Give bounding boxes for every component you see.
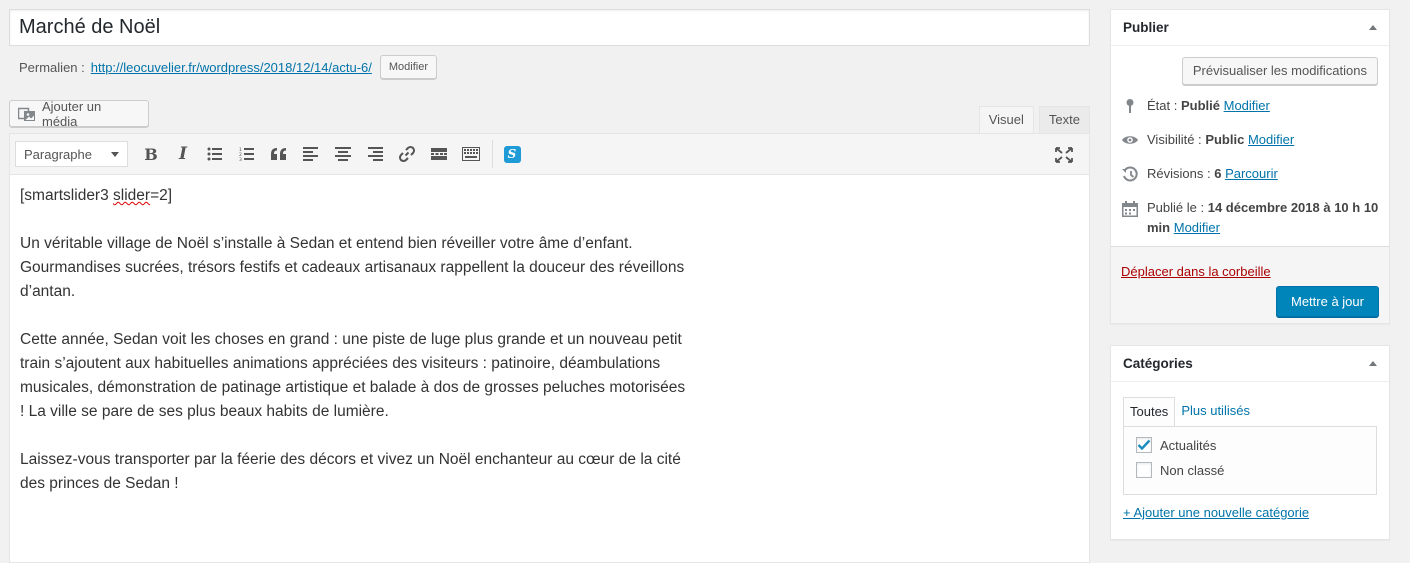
visibility-row: Visibilité : Public Modifier bbox=[1121, 130, 1294, 150]
publish-box-header[interactable]: Publier bbox=[1111, 10, 1389, 46]
collapse-arrow-icon[interactable] bbox=[1369, 25, 1377, 30]
category-item[interactable]: Non classé bbox=[1136, 462, 1224, 478]
status-value: Publié bbox=[1180, 98, 1220, 113]
link-icon bbox=[398, 145, 416, 163]
add-category-link[interactable]: + Ajouter une nouvelle catégorie bbox=[1123, 505, 1309, 520]
numbered-list-icon: 1 2 3 bbox=[239, 147, 254, 161]
tab-most-used[interactable]: Plus utilisés bbox=[1175, 397, 1256, 427]
quote-icon bbox=[271, 148, 286, 160]
editor-toolbar: Paragraphe B I 1 2 3 S bbox=[10, 134, 1089, 175]
publish-box: Publier Prévisualiser les modifications … bbox=[1110, 9, 1390, 324]
toolbar-separator bbox=[492, 140, 493, 168]
content-paragraph: Laissez-vous transporter par la féerie d… bbox=[20, 451, 681, 492]
bullet-list-icon bbox=[207, 147, 222, 161]
shortcode-suffix: =2] bbox=[150, 187, 173, 204]
add-media-label: Ajouter un média bbox=[42, 98, 102, 129]
smartslider-button[interactable]: S bbox=[497, 139, 527, 169]
align-left-icon bbox=[303, 147, 318, 161]
add-media-button[interactable]: Ajouter un média bbox=[9, 98, 149, 129]
tab-visual[interactable]: Visuel bbox=[978, 106, 1034, 134]
align-center-button[interactable] bbox=[328, 139, 358, 169]
align-right-icon bbox=[368, 147, 383, 161]
preview-changes-button[interactable]: Prévisualiser les modifications bbox=[1181, 57, 1378, 85]
edit-status-link[interactable]: Modifier bbox=[1224, 98, 1270, 113]
format-select-value: Paragraphe bbox=[24, 146, 92, 162]
insert-link-button[interactable] bbox=[392, 139, 422, 169]
category-label: Non classé bbox=[1160, 462, 1225, 478]
edit-permalink-button[interactable]: Modifier bbox=[379, 55, 438, 79]
eye-icon bbox=[1122, 136, 1138, 144]
fullscreen-icon bbox=[1055, 147, 1073, 163]
category-item[interactable]: Actualités bbox=[1136, 437, 1216, 453]
category-tabs: Toutes Plus utilisés bbox=[1123, 397, 1256, 427]
visibility-label: Visibilité : bbox=[1147, 132, 1202, 147]
keyboard-icon bbox=[462, 147, 480, 161]
checkmark-icon bbox=[1137, 439, 1151, 451]
revisions-count: 6 bbox=[1214, 166, 1222, 181]
spellcheck-word: slider bbox=[113, 187, 151, 204]
fullscreen-button[interactable] bbox=[1049, 140, 1079, 170]
status-label: État : bbox=[1147, 98, 1178, 113]
permalink-link[interactable]: http://leocuvelier.fr/wordpress/2018/12/… bbox=[91, 60, 372, 75]
toolbar-toggle-button[interactable] bbox=[456, 139, 486, 169]
browse-revisions-link[interactable]: Parcourir bbox=[1225, 166, 1278, 181]
format-select[interactable]: Paragraphe bbox=[15, 141, 128, 167]
categories-box: Catégories Toutes Plus utilisés Actualit… bbox=[1110, 345, 1390, 540]
numbered-list-button[interactable]: 1 2 3 bbox=[232, 139, 262, 169]
shortcode-prefix: [smartslider3 bbox=[20, 187, 114, 204]
shortcode-line: [smartslider3 slider=2] bbox=[20, 184, 690, 208]
publish-actions: Déplacer dans la corbeille Mettre à jour bbox=[1111, 246, 1389, 323]
post-title-input[interactable]: Marché de Noël bbox=[9, 9, 1090, 46]
media-icon bbox=[18, 107, 35, 121]
categories-box-title: Catégories bbox=[1123, 356, 1193, 371]
bullet-list-button[interactable] bbox=[200, 139, 230, 169]
post-status-row: État : Publié Modifier bbox=[1121, 96, 1270, 116]
category-label: Actualités bbox=[1160, 437, 1217, 453]
align-left-button[interactable] bbox=[296, 139, 326, 169]
tab-text[interactable]: Texte bbox=[1038, 106, 1090, 134]
svg-text:3: 3 bbox=[239, 157, 242, 161]
history-icon bbox=[1122, 166, 1138, 182]
categories-box-header[interactable]: Catégories bbox=[1111, 346, 1389, 382]
publish-box-title: Publier bbox=[1123, 20, 1169, 35]
permalink-label: Permalien : bbox=[19, 59, 85, 75]
align-right-button[interactable] bbox=[360, 139, 390, 169]
permalink-row: Permalien : http://leocuvelier.fr/wordpr… bbox=[19, 55, 438, 79]
content-paragraph: Un véritable village de Noël s’installe … bbox=[20, 235, 685, 300]
read-more-button[interactable] bbox=[424, 139, 454, 169]
permalink-prefix: http://leocuvelier.fr/wordpress/2018/12/… bbox=[90, 59, 333, 75]
permalink-suffix: / bbox=[368, 59, 372, 75]
update-button[interactable]: Mettre à jour bbox=[1276, 286, 1379, 317]
editor-content[interactable]: [smartslider3 slider=2] Un véritable vil… bbox=[10, 175, 700, 529]
revisions-row: Révisions : 6 Parcourir bbox=[1121, 164, 1278, 184]
edit-date-link[interactable]: Modifier bbox=[1174, 220, 1220, 235]
content-paragraph: Cette année, Sedan voit les choses en gr… bbox=[20, 331, 686, 420]
tab-all-categories[interactable]: Toutes bbox=[1123, 397, 1176, 427]
post-editor: Paragraphe B I 1 2 3 S [smartslider3 sli… bbox=[9, 133, 1090, 563]
pin-icon bbox=[1126, 99, 1134, 113]
smartslider-icon: S bbox=[503, 145, 521, 163]
align-center-icon bbox=[335, 147, 351, 161]
category-checklist: Actualités Non classé bbox=[1123, 426, 1377, 495]
move-to-trash-link[interactable]: Déplacer dans la corbeille bbox=[1121, 264, 1271, 279]
editor-mode-tabs: Visuel Texte bbox=[978, 106, 1090, 134]
publish-date-row: Publié le : 14 décembre 2018 à 10 h 10 m… bbox=[1121, 198, 1381, 238]
edit-visibility-link[interactable]: Modifier bbox=[1248, 132, 1294, 147]
category-checkbox[interactable] bbox=[1136, 437, 1152, 453]
chevron-down-icon bbox=[111, 151, 119, 157]
blockquote-button[interactable] bbox=[264, 139, 294, 169]
revisions-label: Révisions : bbox=[1147, 166, 1211, 181]
bold-button[interactable]: B bbox=[136, 139, 166, 169]
published-label: Publié le : bbox=[1147, 200, 1205, 215]
collapse-arrow-icon[interactable] bbox=[1369, 361, 1377, 366]
visibility-value: Public bbox=[1205, 132, 1245, 147]
permalink-slug: actu-6 bbox=[332, 59, 369, 75]
italic-button[interactable]: I bbox=[168, 139, 198, 169]
calendar-icon bbox=[1122, 201, 1138, 217]
category-checkbox[interactable] bbox=[1136, 462, 1152, 478]
read-more-icon bbox=[431, 148, 447, 160]
